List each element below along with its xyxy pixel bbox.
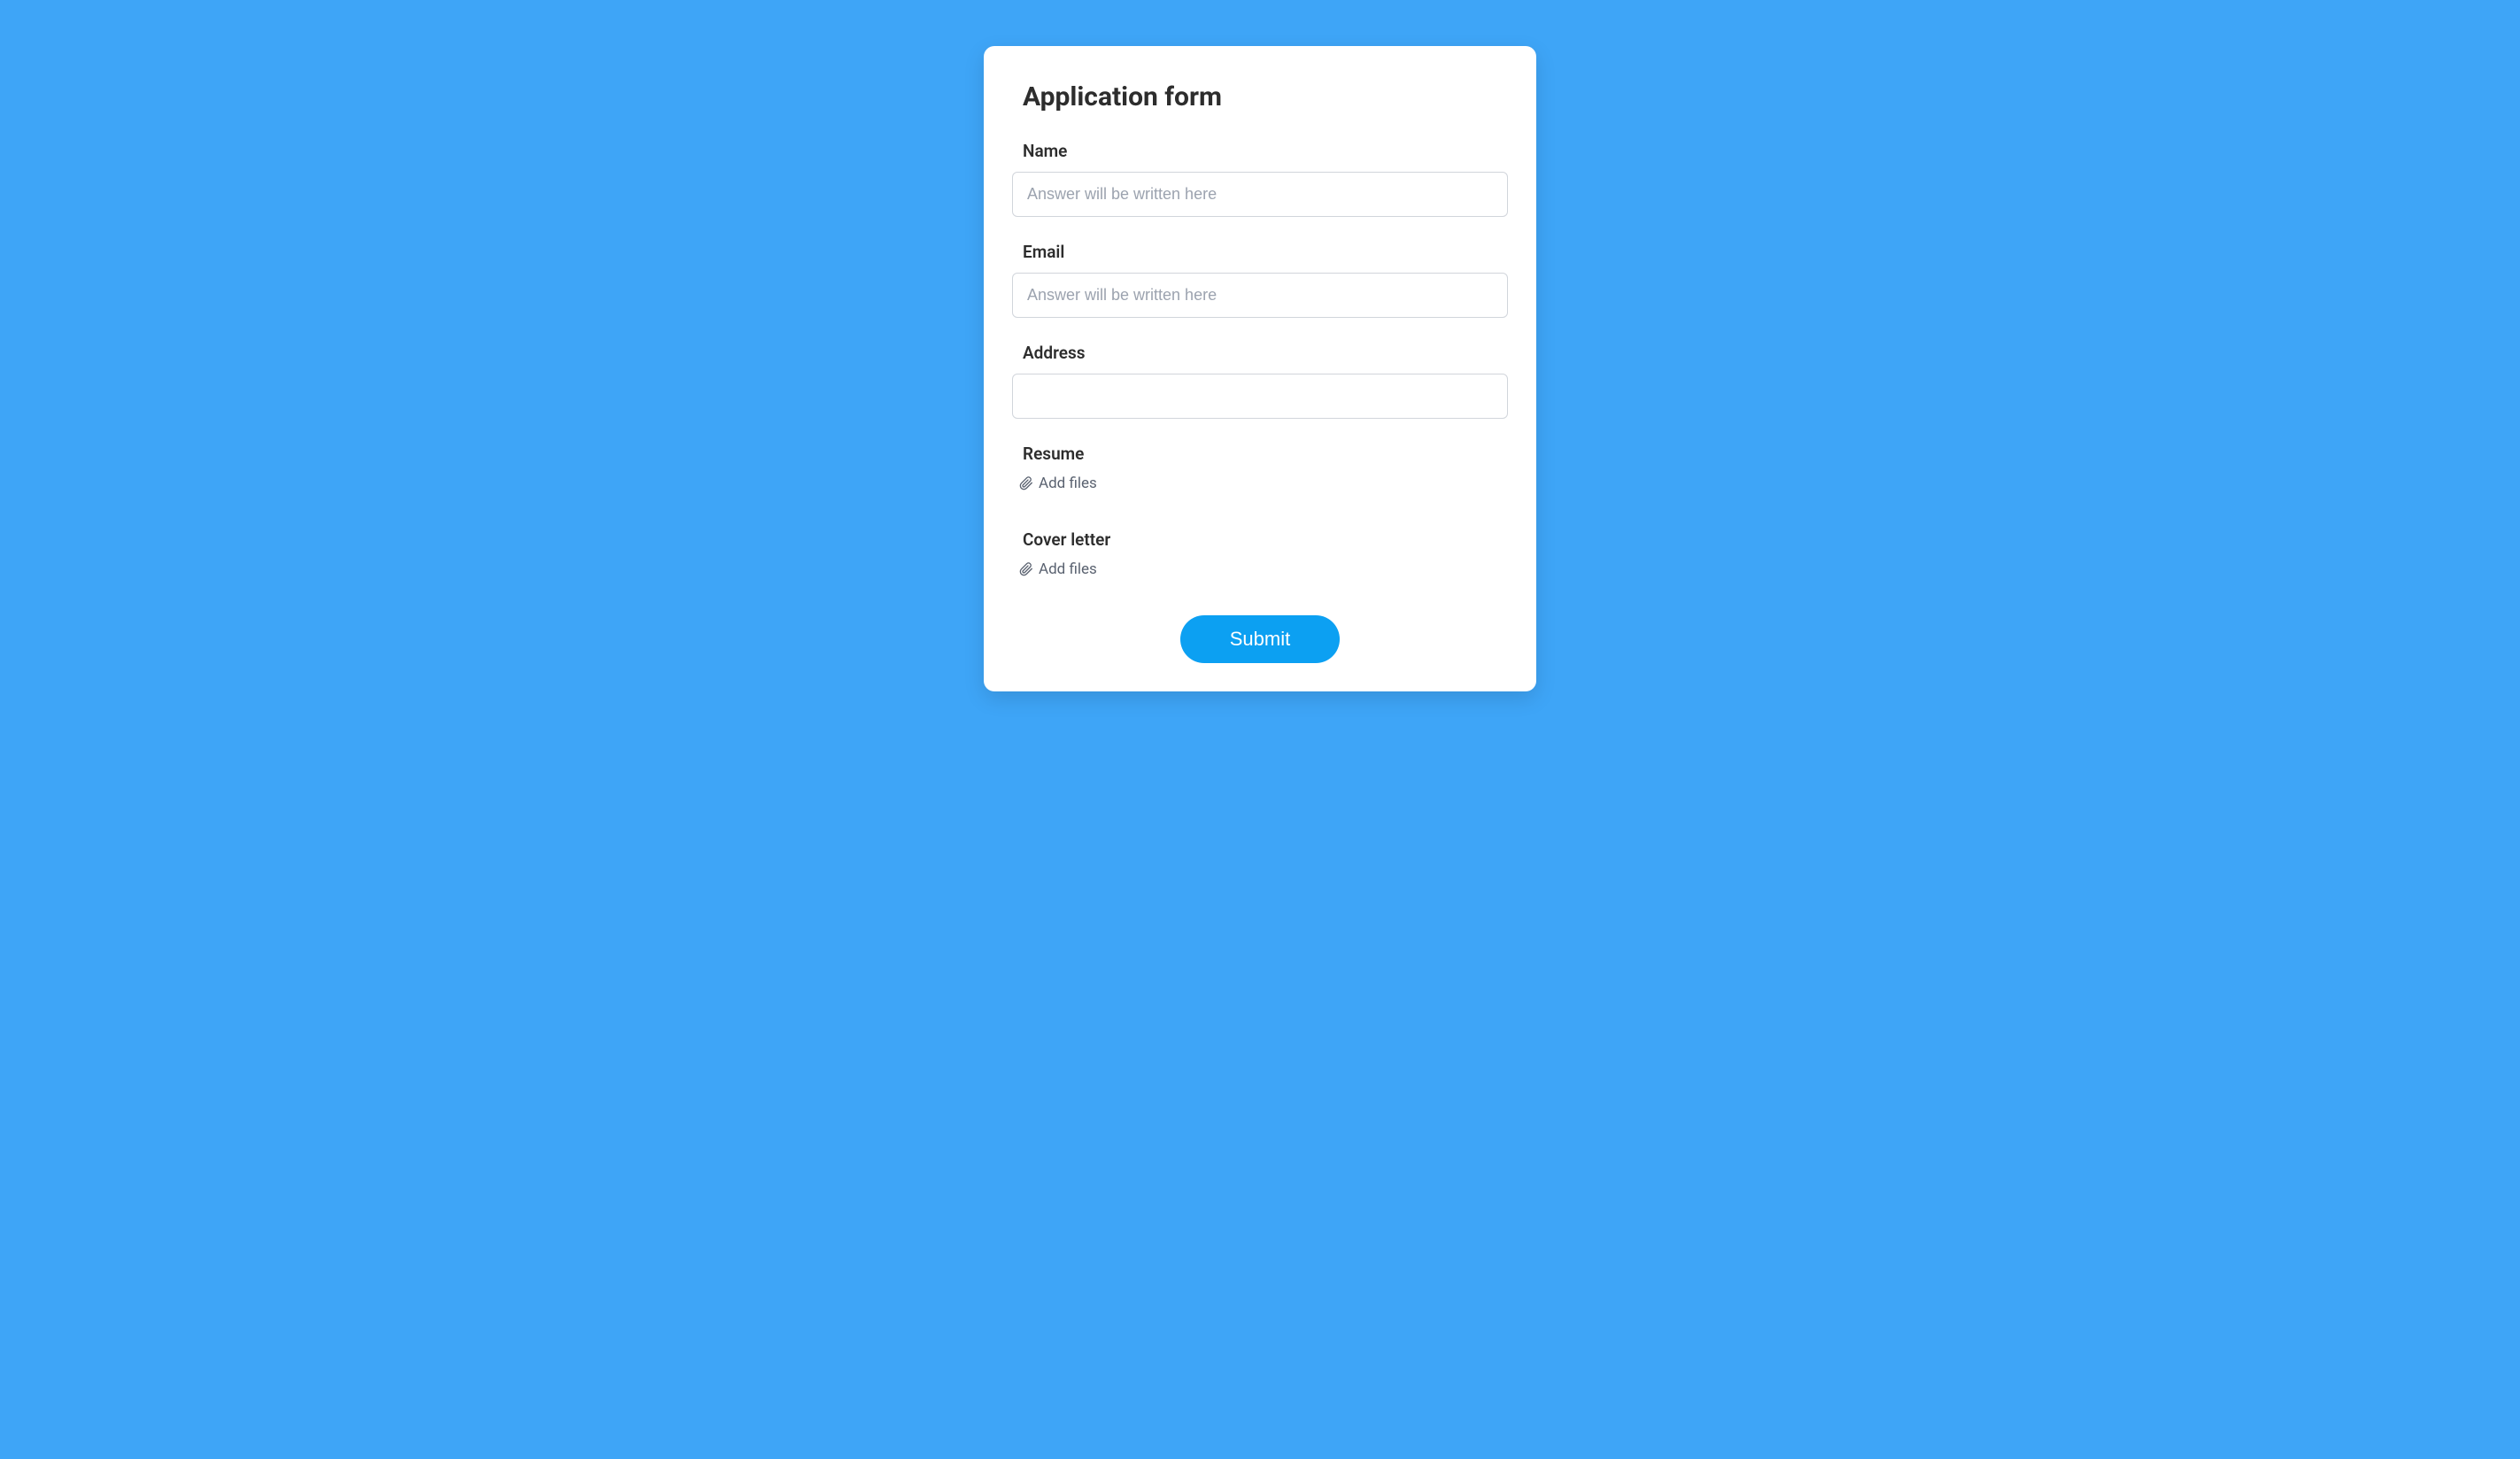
application-form-card: Application form Name Email Address Resu… — [984, 46, 1536, 691]
resume-add-files-label: Add files — [1039, 475, 1097, 492]
email-field-group: Email — [1012, 242, 1508, 318]
resume-field-group: Resume Add files — [1012, 444, 1508, 494]
paperclip-icon — [1019, 476, 1033, 490]
cover-letter-add-files-label: Add files — [1039, 560, 1097, 578]
address-input[interactable] — [1012, 374, 1508, 419]
name-label: Name — [1012, 141, 1508, 161]
email-input[interactable] — [1012, 273, 1508, 318]
cover-letter-field-group: Cover letter Add files — [1012, 529, 1508, 580]
address-field-group: Address — [1012, 343, 1508, 419]
cover-letter-add-files[interactable]: Add files — [1012, 560, 1097, 578]
name-input[interactable] — [1012, 172, 1508, 217]
name-field-group: Name — [1012, 141, 1508, 217]
address-label: Address — [1012, 343, 1508, 363]
cover-letter-label: Cover letter — [1012, 529, 1508, 550]
email-label: Email — [1012, 242, 1508, 262]
form-title: Application form — [1012, 81, 1508, 112]
resume-label: Resume — [1012, 444, 1508, 464]
submit-button[interactable]: Submit — [1180, 615, 1340, 663]
resume-add-files[interactable]: Add files — [1012, 475, 1097, 492]
paperclip-icon — [1019, 562, 1033, 576]
submit-row: Submit — [1012, 615, 1508, 663]
